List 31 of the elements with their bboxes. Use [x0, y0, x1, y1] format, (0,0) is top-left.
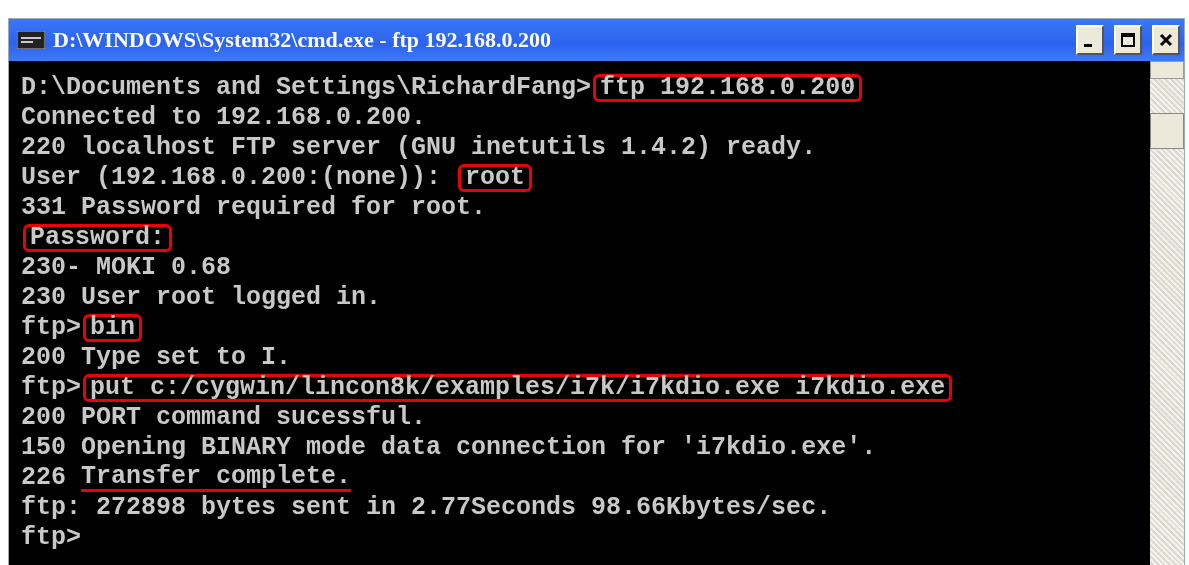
- maximize-button[interactable]: [1114, 25, 1142, 55]
- highlight-box: Password:: [23, 224, 173, 252]
- console-text: 331 Password required for root.: [21, 193, 487, 223]
- close-icon: [1158, 32, 1174, 48]
- highlight-box: put c:/cygwin/lincon8k/examples/i7k/i7kdio.exe i7kdio.exe: [83, 374, 953, 402]
- console-text: 220 localhost FTP server (GNU inetutils 1.4.2) ready.: [21, 133, 817, 163]
- highlight-box: bin: [83, 314, 143, 342]
- window-title: D:\WINDOWS\System32\cmd.exe - ftp 192.168.0.200: [53, 27, 553, 53]
- console-text: 200 PORT command sucessful.: [21, 403, 427, 433]
- close-button[interactable]: [1152, 25, 1180, 55]
- console-text: ftp>: [21, 373, 81, 403]
- console-text: 150 Opening BINARY mode data connection for 'i7kdio.exe'.: [21, 433, 877, 463]
- console-text: D:\Documents and Settings\RichardFang>: [21, 73, 592, 103]
- console-text: ftp: 272898 bytes sent in 2.77Seconds 98.66Kbytes/sec.: [21, 493, 832, 523]
- console-text: User (192.168.0.200:(none)):: [21, 163, 443, 193]
- console-text: ftp>: [21, 313, 81, 343]
- scroll-thumb[interactable]: [1150, 113, 1184, 149]
- console-icon: [17, 31, 45, 49]
- console-text: 226: [21, 463, 67, 493]
- minimize-button[interactable]: [1076, 25, 1104, 55]
- underlined-text: Transfer complete.: [81, 464, 352, 492]
- scrollbar[interactable]: [1150, 61, 1184, 565]
- maximize-icon: [1120, 32, 1136, 48]
- highlight-box: ftp 192.168.0.200: [593, 74, 863, 102]
- console-text: 200 Type set to I.: [21, 343, 292, 373]
- highlight-box: root: [458, 164, 533, 192]
- console-text: Connected to 192.168.0.200.: [21, 103, 427, 133]
- console-text: 230 User root logged in.: [21, 283, 382, 313]
- minimize-icon: [1083, 44, 1092, 47]
- console-text: 230- MOKI 0.68: [21, 253, 232, 283]
- console-text: ftp>: [21, 523, 81, 553]
